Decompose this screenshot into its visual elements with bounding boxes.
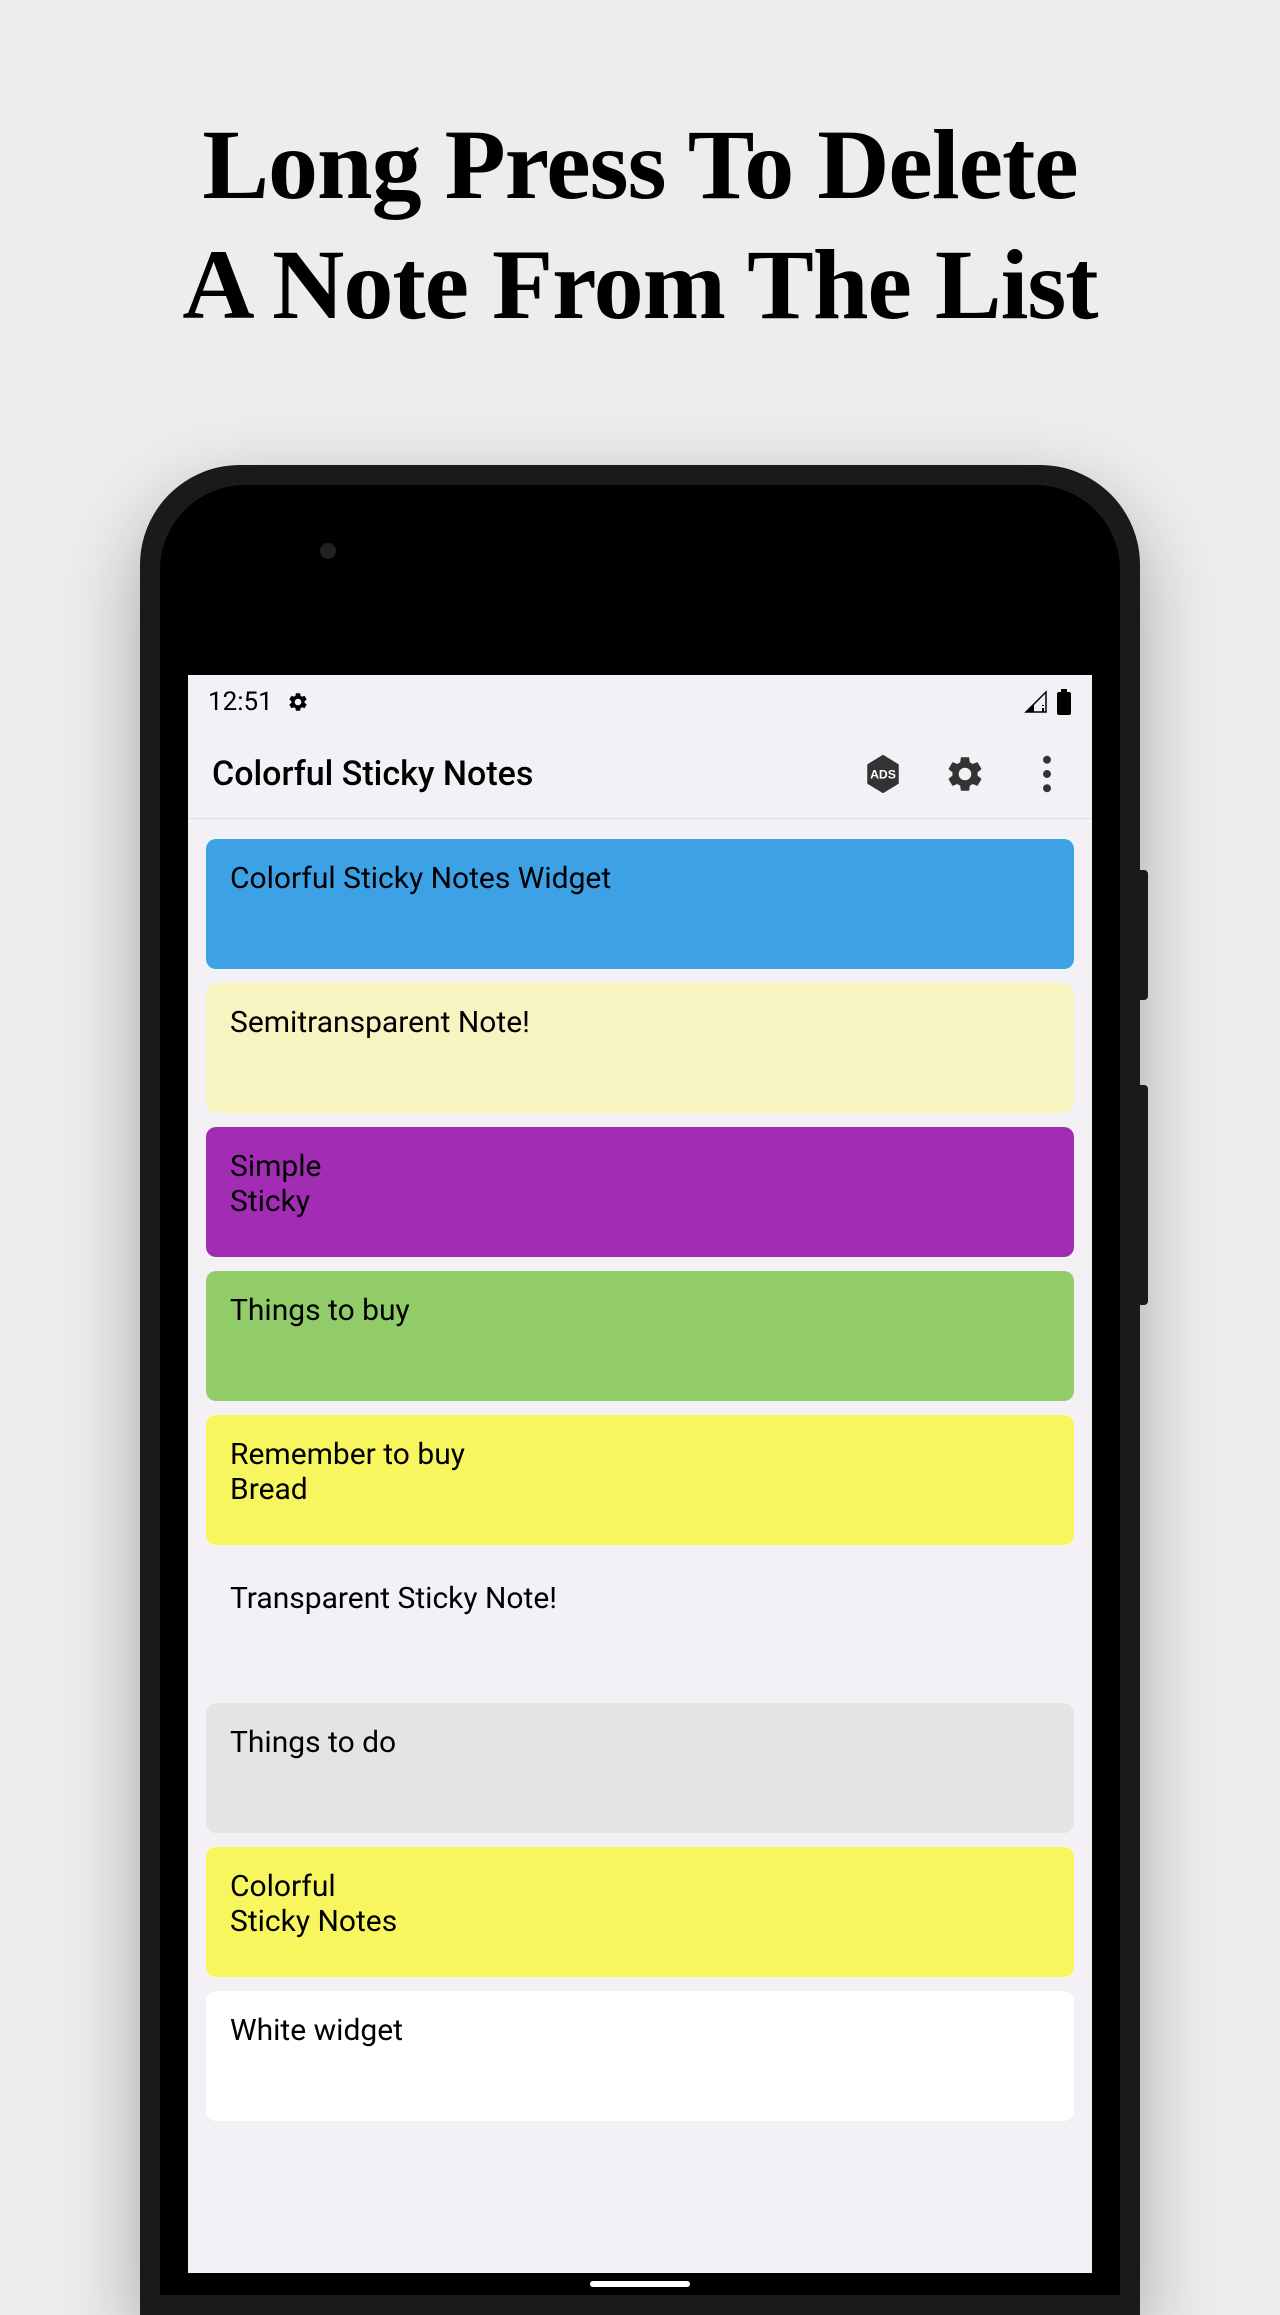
note-text: Simple Sticky xyxy=(230,1149,321,1219)
app-actions: ADS xyxy=(862,753,1068,795)
phone-side-button xyxy=(1140,1085,1148,1305)
note-item[interactable]: Remember to buy Bread xyxy=(206,1415,1074,1545)
ads-icon: ADS xyxy=(862,753,904,795)
note-text: Colorful Sticky Notes xyxy=(230,1869,397,1939)
note-item[interactable]: Colorful Sticky Notes xyxy=(206,1847,1074,1977)
phone-frame: 12:51 xyxy=(140,465,1140,2315)
note-text: Transparent Sticky Note! xyxy=(230,1581,557,1616)
note-text: Remember to buy Bread xyxy=(230,1437,465,1507)
gear-icon xyxy=(944,753,986,795)
ads-button[interactable]: ADS xyxy=(862,753,904,795)
note-text: Things to buy xyxy=(230,1293,410,1328)
note-item[interactable]: White widget xyxy=(206,1991,1074,2121)
note-text: Things to do xyxy=(230,1725,396,1760)
status-left: 12:51 xyxy=(208,687,309,717)
gear-icon xyxy=(287,691,309,713)
nav-indicator[interactable] xyxy=(590,2281,690,2287)
phone-side-button xyxy=(1140,870,1148,1000)
app-screen: 12:51 xyxy=(188,675,1092,2295)
promo-headline: Long Press To Delete A Note From The Lis… xyxy=(0,105,1280,345)
headline-line-1: Long Press To Delete xyxy=(0,105,1280,225)
phone-camera xyxy=(320,543,336,559)
note-item[interactable]: Colorful Sticky Notes Widget xyxy=(206,839,1074,969)
svg-text:ADS: ADS xyxy=(870,767,896,781)
status-right xyxy=(1024,689,1072,715)
status-time: 12:51 xyxy=(208,687,273,717)
app-title: Colorful Sticky Notes xyxy=(212,754,862,794)
note-item[interactable]: Transparent Sticky Note! xyxy=(206,1559,1074,1689)
notes-list: Colorful Sticky Notes Widget Semitranspar… xyxy=(188,819,1092,2141)
note-item[interactable]: Things to do xyxy=(206,1703,1074,1833)
note-item[interactable]: Simple Sticky xyxy=(206,1127,1074,1257)
phone-speaker xyxy=(480,540,800,562)
bottom-nav-bar xyxy=(188,2273,1092,2295)
overflow-menu-button[interactable] xyxy=(1026,753,1068,795)
note-item[interactable]: Things to buy xyxy=(206,1271,1074,1401)
settings-button[interactable] xyxy=(944,753,986,795)
note-text: Semitransparent Note! xyxy=(230,1005,530,1040)
note-item[interactable]: Semitransparent Note! xyxy=(206,983,1074,1113)
status-bar: 12:51 xyxy=(188,675,1092,729)
phone-inner: 12:51 xyxy=(160,485,1120,2295)
headline-line-2: A Note From The List xyxy=(0,225,1280,345)
signal-icon xyxy=(1024,690,1048,714)
more-vertical-icon xyxy=(1042,755,1052,793)
note-text: Colorful Sticky Notes Widget xyxy=(230,861,611,896)
app-bar: Colorful Sticky Notes ADS xyxy=(188,729,1092,819)
battery-icon xyxy=(1056,689,1072,715)
note-text: White widget xyxy=(230,2013,403,2048)
